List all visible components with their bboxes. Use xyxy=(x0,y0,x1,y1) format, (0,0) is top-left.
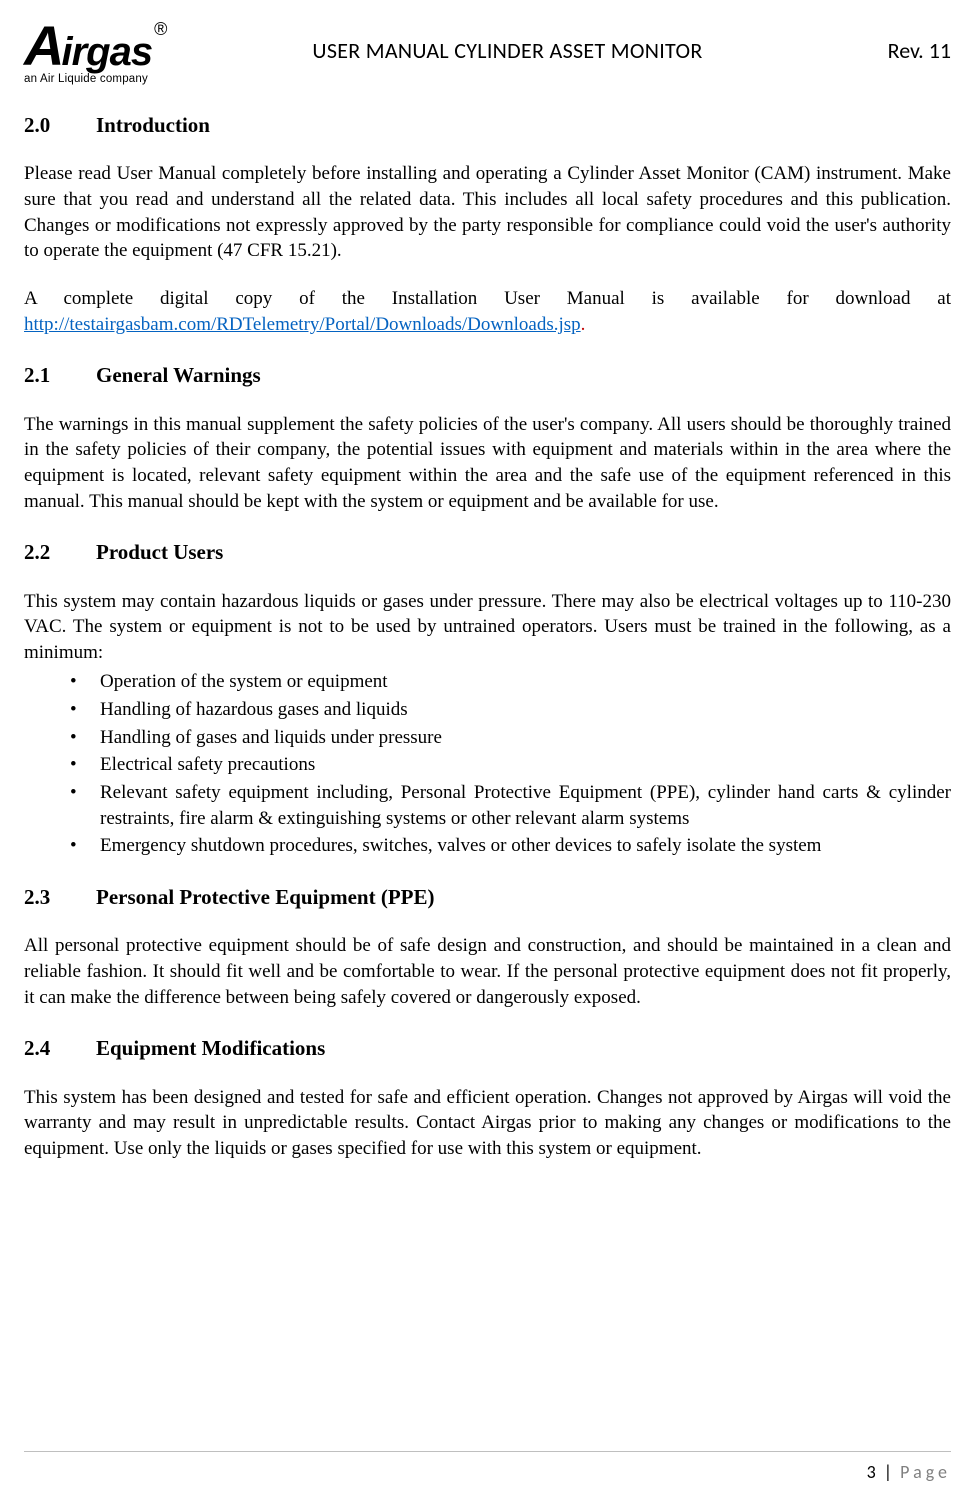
document-title: USER MANUAL CYLINDER ASSET MONITOR xyxy=(174,22,841,66)
section-title: Equipment Modifications xyxy=(96,1036,325,1060)
logo-name: irgas xyxy=(61,36,152,70)
section-title: General Warnings xyxy=(96,363,261,387)
training-list: Operation of the system or equipment Han… xyxy=(24,669,951,858)
download-link[interactable]: http://testairgasbam.com/RDTelemetry/Por… xyxy=(24,314,581,335)
section-heading-equipment-modifications: 2.4Equipment Modifications xyxy=(24,1034,951,1062)
footer-divider xyxy=(24,1451,951,1452)
section-heading-general-warnings: 2.1General Warnings xyxy=(24,361,951,389)
section-number: 2.4 xyxy=(24,1034,96,1062)
footer-page-label: 3 | Page xyxy=(24,1460,951,1484)
paragraph-intro-1: Please read User Manual completely befor… xyxy=(24,161,951,264)
revision-label: Rev. 11 xyxy=(841,22,951,66)
list-item: Emergency shutdown procedures, switches,… xyxy=(70,833,951,859)
footer-page-number: 3 xyxy=(867,1461,878,1483)
brand-logo: A irgas ® an Air Liquide company xyxy=(24,22,174,87)
paragraph-warnings: The warnings in this manual supplement t… xyxy=(24,412,951,515)
list-item: Relevant safety equipment including, Per… xyxy=(70,780,951,831)
section-title: Product Users xyxy=(96,540,223,564)
list-item: Handling of hazardous gases and liquids xyxy=(70,697,951,723)
list-item: Handling of gases and liquids under pres… xyxy=(70,725,951,751)
section-heading-introduction: 2.0Introduction xyxy=(24,111,951,139)
logo-tagline: an Air Liquide company xyxy=(24,72,148,88)
section-heading-product-users: 2.2Product Users xyxy=(24,538,951,566)
paragraph-intro-2: A complete digital copy of the Installat… xyxy=(24,286,951,337)
section-title: Introduction xyxy=(96,113,210,137)
logo-text: A irgas ® xyxy=(24,22,166,70)
page-footer: 3 | Page xyxy=(24,1451,951,1484)
page-header: A irgas ® an Air Liquide company USER MA… xyxy=(24,22,951,87)
section-heading-ppe: 2.3Personal Protective Equipment (PPE) xyxy=(24,883,951,911)
footer-page-word: Page xyxy=(900,1461,951,1483)
paragraph-ppe: All personal protective equipment should… xyxy=(24,933,951,1010)
logo-initial: A xyxy=(24,22,63,69)
section-number: 2.2 xyxy=(24,538,96,566)
paragraph-equipment-modifications: This system has been designed and tested… xyxy=(24,1085,951,1162)
list-item: Operation of the system or equipment xyxy=(70,669,951,695)
paragraph-intro-2-text: A complete digital copy of the Installat… xyxy=(24,288,951,309)
logo-registered-icon: ® xyxy=(154,22,166,37)
section-title: Personal Protective Equipment (PPE) xyxy=(96,885,434,909)
list-item: Electrical safety precautions xyxy=(70,752,951,778)
section-number: 2.0 xyxy=(24,111,96,139)
section-number: 2.3 xyxy=(24,883,96,911)
section-number: 2.1 xyxy=(24,361,96,389)
paragraph-product-users: This system may contain hazardous liquid… xyxy=(24,589,951,666)
link-period: . xyxy=(581,314,586,335)
footer-separator: | xyxy=(878,1461,900,1483)
